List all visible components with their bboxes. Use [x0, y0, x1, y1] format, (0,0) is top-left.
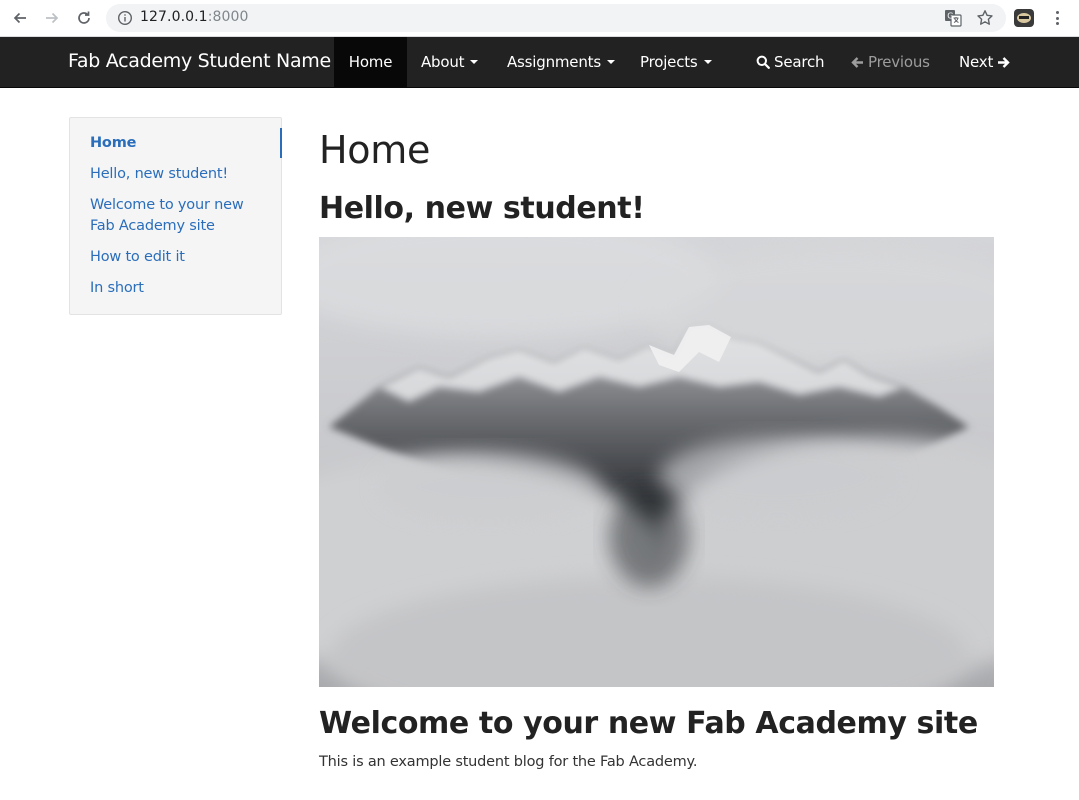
toc-item-welcome-line2[interactable]: Fab Academy site: [90, 216, 215, 237]
nav-search[interactable]: Search: [756, 37, 825, 87]
nav-projects-label: Projects: [640, 53, 698, 71]
star-icon[interactable]: [976, 9, 994, 27]
url-text: 127.0.0.1:8000: [140, 9, 249, 25]
toc-item-welcome[interactable]: Welcome to your new: [90, 195, 244, 216]
caret-down-icon: [606, 60, 615, 64]
toc-item-how-to-edit[interactable]: How to edit it: [90, 247, 185, 268]
reload-icon: [78, 11, 90, 24]
nav-search-label: Search: [774, 53, 825, 71]
info-icon[interactable]: [117, 10, 133, 26]
nav-home-label: Home: [348, 53, 393, 71]
nav-about-label: About: [421, 53, 465, 71]
extension-icon[interactable]: [1014, 9, 1034, 27]
hero-image-mountain: [319, 237, 994, 687]
toc-active-indicator: [280, 128, 282, 158]
reload-button[interactable]: [72, 7, 96, 29]
nav-next[interactable]: Next: [959, 37, 1010, 87]
arrow-left-icon: [13, 12, 26, 24]
nav-assignments[interactable]: Assignments: [507, 37, 615, 87]
translate-icon[interactable]: G: [944, 9, 962, 27]
toc-item-hello[interactable]: Hello, new student!: [90, 164, 228, 185]
toc-item-in-short[interactable]: In short: [90, 278, 144, 299]
heading-welcome: Welcome to your new Fab Academy site: [319, 706, 978, 741]
forward-button[interactable]: [40, 7, 64, 29]
arrow-left-icon: [851, 56, 863, 68]
mountain-image: [319, 237, 994, 687]
nav-about[interactable]: About: [421, 37, 479, 87]
address-bar[interactable]: 127.0.0.1:8000 G: [106, 4, 1006, 32]
toc-item-home[interactable]: Home: [90, 133, 136, 154]
arrow-right-icon: [998, 56, 1010, 68]
url-port: :8000: [207, 9, 249, 25]
heading-hello: Hello, new student!: [319, 191, 645, 226]
back-button[interactable]: [8, 7, 32, 29]
page-title: Home: [319, 128, 431, 172]
brand-link[interactable]: Fab Academy Student Name: [68, 50, 331, 72]
search-icon: [756, 55, 770, 69]
intro-paragraph: This is an example student blog for the …: [319, 754, 698, 770]
nav-previous-label: Previous: [868, 53, 930, 71]
svg-text:G: G: [947, 12, 953, 21]
nav-projects[interactable]: Projects: [640, 37, 712, 87]
arrow-right-icon: [46, 12, 59, 24]
kebab-menu-icon[interactable]: [1049, 9, 1065, 27]
nav-home[interactable]: Home: [334, 37, 407, 87]
caret-down-icon: [470, 60, 479, 64]
browser-toolbar: 127.0.0.1:8000 G: [0, 0, 1079, 37]
caret-down-icon: [703, 60, 712, 64]
nav-next-label: Next: [959, 53, 994, 71]
url-host: 127.0.0.1: [140, 9, 208, 25]
nav-previous[interactable]: Previous: [851, 37, 930, 87]
nav-assignments-label: Assignments: [507, 53, 601, 71]
table-of-contents: Home Hello, new student! Welcome to your…: [69, 117, 282, 315]
site-navbar: Fab Academy Student Name Home About Assi…: [0, 37, 1079, 88]
